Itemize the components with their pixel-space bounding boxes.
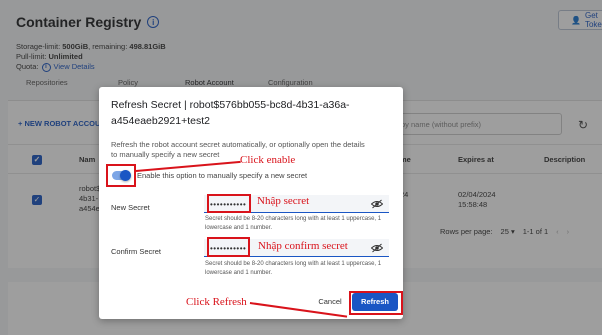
confirm-secret-hint: Secret should be 8-20 characters long wi… <box>205 261 382 276</box>
new-secret-label: New Secret <box>111 203 150 212</box>
toggle-label: Enable this option to manually specify a… <box>137 171 308 180</box>
refresh-secret-dialog: Refresh Secret | robot$576bb055-bc8d-4b3… <box>99 87 403 319</box>
annotation-nhap-secret: Nhập secret <box>257 195 310 207</box>
dialog-title: Refresh Secret | robot$576bb055-bc8d-4b3… <box>111 99 350 127</box>
annotation-click-enable: Click enable <box>240 154 296 166</box>
annotation-nhap-confirm: Nhập confirm secret <box>258 240 348 252</box>
new-secret-hint: Secret should be 8-20 characters long wi… <box>205 216 382 231</box>
annotation-box-confirm-secret <box>207 237 250 257</box>
eye-off-icon[interactable] <box>371 243 383 253</box>
annotation-box-new-secret <box>207 194 251 213</box>
cancel-button[interactable]: Cancel <box>312 294 348 310</box>
annotation-box-toggle <box>106 164 136 187</box>
annotation-box-refresh <box>349 291 403 315</box>
annotation-click-refresh: Click Refresh <box>186 296 247 308</box>
eye-off-icon[interactable] <box>371 199 383 209</box>
confirm-secret-label: Confirm Secret <box>111 247 162 256</box>
